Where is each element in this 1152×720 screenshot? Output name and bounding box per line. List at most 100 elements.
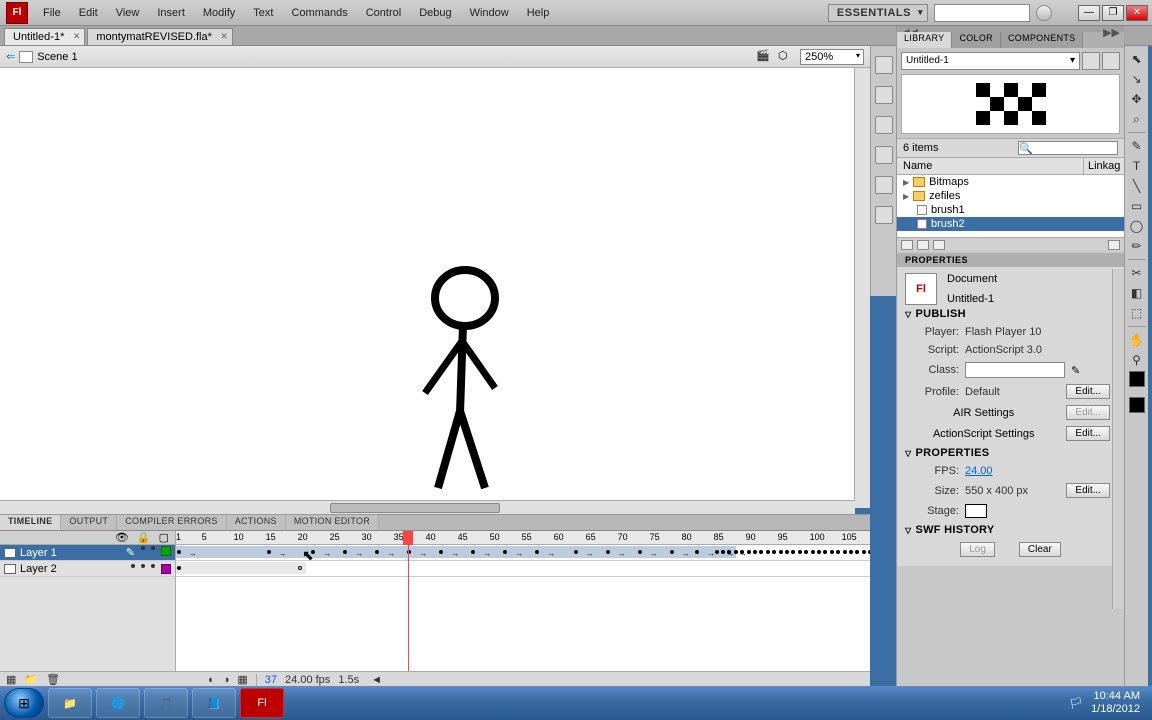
section-properties[interactable]: ▽PROPERTIES xyxy=(905,444,1116,462)
tool-button-4[interactable]: ✎ xyxy=(1127,137,1147,155)
playhead[interactable] xyxy=(403,531,413,545)
keyframe[interactable] xyxy=(747,550,751,554)
dock-swatches-icon[interactable] xyxy=(875,206,893,224)
fps-value[interactable]: 24.00 xyxy=(965,465,993,477)
menu-debug[interactable]: Debug xyxy=(410,3,460,23)
pencil-icon[interactable]: ✎ xyxy=(1071,364,1080,377)
tool-button-2[interactable]: ✥ xyxy=(1127,90,1147,108)
stage-horizontal-scrollbar[interactable] xyxy=(0,500,855,514)
timeline-track-layer2[interactable] xyxy=(176,561,870,577)
new-folder-icon[interactable]: 📁 xyxy=(24,673,38,686)
keyframe[interactable] xyxy=(817,550,821,554)
new-library-icon[interactable] xyxy=(1102,52,1120,70)
edit-multiple-icon[interactable]: ▦ xyxy=(237,673,247,686)
edit-symbol-icon[interactable]: ⬡ xyxy=(778,49,794,65)
keyframe[interactable] xyxy=(811,550,815,554)
keyframe[interactable] xyxy=(715,550,719,554)
color-swatch[interactable] xyxy=(1129,371,1145,387)
scrollbar-thumb[interactable] xyxy=(330,503,500,513)
window-minimize-button[interactable]: — xyxy=(1078,5,1100,21)
keyframe[interactable] xyxy=(734,550,738,554)
keyframe[interactable] xyxy=(868,550,870,554)
keyframe[interactable] xyxy=(670,550,674,554)
library-item-bitmaps[interactable]: ▶Bitmaps xyxy=(897,175,1124,189)
delete-layer-icon[interactable]: 🗑 xyxy=(46,673,60,686)
edit-profile-button[interactable]: Edit... xyxy=(1066,384,1110,399)
col-name-header[interactable]: Name xyxy=(897,158,1084,174)
tool-button-0[interactable]: ⬉ xyxy=(1127,50,1147,68)
tool-button-12[interactable]: ⬚ xyxy=(1127,304,1147,322)
close-icon[interactable]: ✕ xyxy=(73,31,81,42)
tool-button-7[interactable]: ▭ xyxy=(1127,197,1147,215)
menu-text[interactable]: Text xyxy=(244,3,282,23)
tool-button-14[interactable]: ⚲ xyxy=(1127,351,1147,369)
keyframe[interactable] xyxy=(785,550,789,554)
color-swatch[interactable] xyxy=(1129,397,1145,413)
delete-icon[interactable] xyxy=(1108,240,1120,250)
tool-button-6[interactable]: ╲ xyxy=(1127,177,1147,195)
taskbar-flash[interactable]: Fl xyxy=(240,688,284,718)
menu-control[interactable]: Control xyxy=(357,3,410,23)
tab-color[interactable]: COLOR xyxy=(952,32,1001,48)
keyframe[interactable] xyxy=(267,550,271,554)
tab-motion-editor[interactable]: MOTION EDITOR xyxy=(286,515,379,530)
library-search-input[interactable]: 🔍 xyxy=(1018,141,1118,155)
timeline-frames-area[interactable]: 1510152025303540455055606570758085909510… xyxy=(176,531,870,671)
tool-button-9[interactable]: ✏ xyxy=(1127,237,1147,255)
tab-actions[interactable]: ACTIONS xyxy=(227,515,286,530)
tool-button-1[interactable]: ↘ xyxy=(1127,70,1147,88)
taskbar-chrome[interactable]: 🌐 xyxy=(96,688,140,718)
timeline-track-layer1[interactable]: →→→→→→→→→→→→→→→→→ xyxy=(176,545,870,561)
menu-help[interactable]: Help xyxy=(518,3,559,23)
edit-as-button[interactable]: Edit... xyxy=(1066,426,1110,441)
properties-icon[interactable] xyxy=(933,240,945,250)
doc-tab-montymat[interactable]: montymatREVISED.fla*✕ xyxy=(87,28,233,45)
library-item-zefiles[interactable]: ▶zefiles xyxy=(897,189,1124,203)
library-item-brush2[interactable]: brush2 xyxy=(897,217,1124,231)
tab-output[interactable]: OUTPUT xyxy=(61,515,117,530)
lock-icon[interactable]: 🔒 xyxy=(137,531,151,544)
new-layer-icon[interactable]: ▦ xyxy=(6,673,16,686)
clear-button[interactable]: Clear xyxy=(1019,542,1061,557)
window-restore-button[interactable]: ❐ xyxy=(1102,5,1124,21)
keyframe[interactable] xyxy=(753,550,757,554)
keyframe[interactable] xyxy=(638,550,642,554)
taskbar-itunes[interactable]: 🎵 xyxy=(144,688,188,718)
stage-vertical-scrollbar[interactable] xyxy=(854,68,870,508)
tab-timeline[interactable]: TIMELINE xyxy=(0,515,61,530)
tool-button-8[interactable]: ◯ xyxy=(1127,217,1147,235)
keyframe[interactable] xyxy=(759,550,763,554)
dock-info-icon[interactable] xyxy=(875,116,893,134)
new-folder-icon[interactable] xyxy=(917,240,929,250)
menu-commands[interactable]: Commands xyxy=(282,3,356,23)
tool-button-13[interactable]: ✋ xyxy=(1127,331,1147,349)
onion-skin-icon[interactable]: ◐ xyxy=(208,674,215,686)
keyframe[interactable] xyxy=(721,550,725,554)
keyframe[interactable] xyxy=(855,550,859,554)
keyframe[interactable] xyxy=(830,550,834,554)
edit-scene-icon[interactable]: 🎬 xyxy=(756,49,772,65)
dock-align-icon[interactable] xyxy=(875,146,893,164)
library-item-brush1[interactable]: brush1 xyxy=(897,203,1124,217)
workspace-dropdown[interactable]: ESSENTIALS xyxy=(828,4,928,22)
keyframe[interactable] xyxy=(849,550,853,554)
dock-library-icon[interactable] xyxy=(875,86,893,104)
library-doc-dropdown[interactable]: Untitled-1 xyxy=(901,52,1080,70)
expand-icon[interactable]: ▶ xyxy=(903,192,909,201)
menu-view[interactable]: View xyxy=(107,3,149,23)
dock-properties-icon[interactable] xyxy=(875,56,893,74)
layer-row-2[interactable]: Layer 2 xyxy=(0,561,175,577)
eye-icon[interactable]: 👁 xyxy=(115,531,129,544)
search-go-icon[interactable] xyxy=(1036,5,1052,21)
outline-icon[interactable]: ▢ xyxy=(159,531,169,544)
keyframe[interactable] xyxy=(843,550,847,554)
keyframe[interactable] xyxy=(862,550,866,554)
class-input[interactable] xyxy=(965,362,1065,378)
tool-button-11[interactable]: ◧ xyxy=(1127,284,1147,302)
section-swf-history[interactable]: ▽SWF HISTORY xyxy=(905,521,1116,539)
keyframe[interactable] xyxy=(779,550,783,554)
onion-outline-icon[interactable]: ◑ xyxy=(223,674,230,686)
tab-library[interactable]: LIBRARY xyxy=(897,32,952,48)
edit-size-button[interactable]: Edit... xyxy=(1066,483,1110,498)
menu-window[interactable]: Window xyxy=(461,3,518,23)
